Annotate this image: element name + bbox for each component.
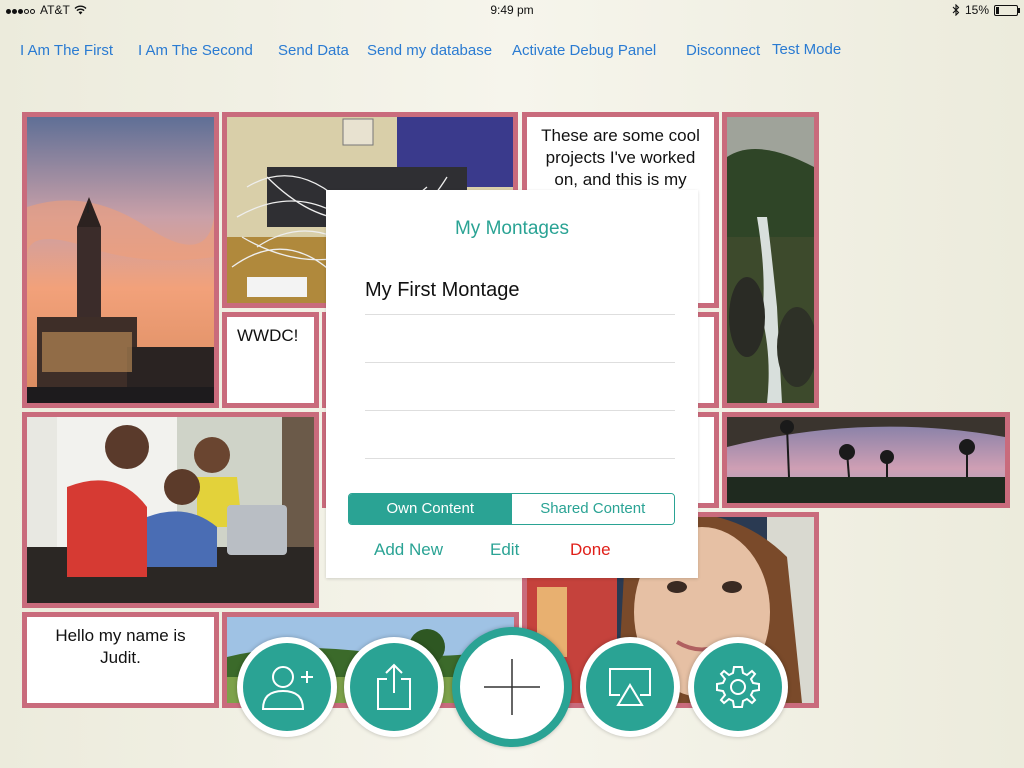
segment-own-content[interactable]: Own Content bbox=[349, 494, 512, 524]
nav-link-disconnect[interactable]: Disconnect bbox=[686, 42, 760, 59]
add-content-button[interactable] bbox=[452, 627, 572, 747]
airplay-button[interactable] bbox=[580, 637, 680, 737]
content-segmented-control: Own Content Shared Content bbox=[348, 493, 675, 525]
clock: 9:49 pm bbox=[490, 3, 534, 17]
intro-text: These are some cool projects I've worked… bbox=[541, 126, 700, 189]
photo-tile-panorama[interactable] bbox=[722, 412, 1010, 508]
airplay-icon bbox=[609, 668, 651, 706]
nav-link-activate-debug-panel[interactable]: Activate Debug Panel bbox=[512, 42, 656, 59]
nav-link-test-mode[interactable]: Test Mode bbox=[772, 41, 841, 58]
montage-list-item[interactable]: My First Montage bbox=[365, 266, 675, 315]
add-new-button[interactable]: Add New bbox=[374, 540, 443, 560]
photo-tile-kids-ipad[interactable] bbox=[22, 412, 319, 608]
text-tile-wwdc[interactable]: WWDC! bbox=[222, 312, 319, 408]
photo-tile-clock-tower[interactable] bbox=[22, 112, 219, 408]
clock-tower-photo bbox=[27, 117, 214, 403]
edit-button[interactable]: Edit bbox=[490, 540, 519, 560]
montage-list-item[interactable] bbox=[365, 314, 675, 363]
plus-icon bbox=[484, 659, 540, 715]
gear-icon bbox=[716, 666, 760, 708]
nav-link-send-my-database[interactable]: Send my database bbox=[367, 42, 492, 59]
nav-link-i-am-the-first[interactable]: I Am The First bbox=[20, 42, 113, 59]
text-tile-hello[interactable]: Hello my name is Judit. bbox=[22, 612, 219, 708]
add-user-icon bbox=[261, 666, 313, 710]
settings-button[interactable] bbox=[688, 637, 788, 737]
system-status: 15% bbox=[952, 3, 1020, 17]
hello-text: Hello my name is Judit. bbox=[55, 626, 186, 667]
montage-list-item[interactable] bbox=[365, 410, 675, 459]
waterfall-photo bbox=[727, 117, 814, 403]
top-navigation: I Am The First I Am The Second Send Data… bbox=[0, 41, 1024, 62]
battery-fill bbox=[996, 6, 999, 14]
battery-percent: 15% bbox=[964, 3, 989, 17]
nav-link-send-data[interactable]: Send Data bbox=[278, 42, 349, 59]
add-user-button[interactable] bbox=[237, 637, 337, 737]
panorama-photo bbox=[727, 417, 1005, 503]
battery-icon bbox=[994, 4, 1020, 16]
montage-list-item[interactable] bbox=[365, 362, 675, 411]
done-button[interactable]: Done bbox=[570, 540, 611, 560]
share-button[interactable] bbox=[344, 637, 444, 737]
share-icon bbox=[377, 663, 411, 710]
photo-tile-waterfall[interactable] bbox=[722, 112, 819, 408]
status-bar: AT&T 9:49 pm 15% bbox=[0, 0, 1024, 20]
my-montages-modal: My Montages My First Montage Own Content… bbox=[326, 190, 698, 578]
kids-ipad-photo bbox=[27, 417, 314, 603]
bluetooth-icon bbox=[952, 4, 960, 16]
segment-shared-content[interactable]: Shared Content bbox=[511, 494, 674, 524]
nav-link-i-am-the-second[interactable]: I Am The Second bbox=[138, 42, 253, 59]
wwdc-text: WWDC! bbox=[237, 326, 299, 345]
modal-title: My Montages bbox=[454, 218, 570, 239]
